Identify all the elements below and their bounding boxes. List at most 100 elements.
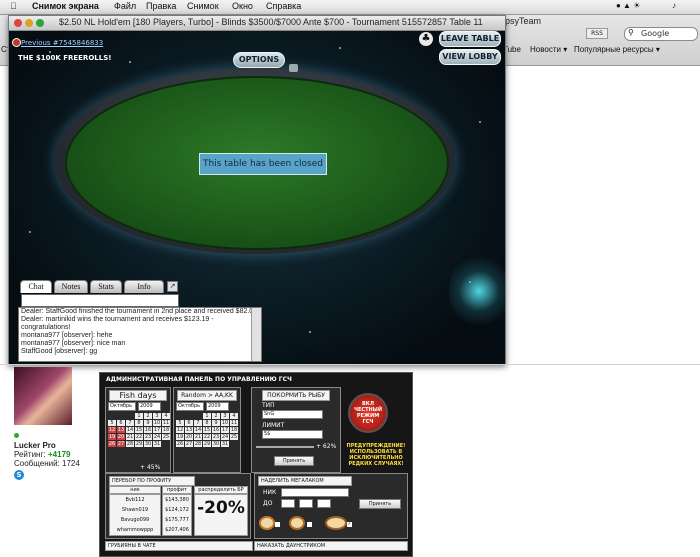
volume-icon[interactable]: ♪ [672,1,676,10]
calendar-day[interactable]: 23 [212,434,220,440]
calendar-day[interactable]: 20 [117,434,125,440]
calendar-day[interactable]: 8 [135,420,143,426]
bookmark-news[interactable]: Новости ▾ [530,45,567,54]
calendar-day[interactable]: 25 [162,434,170,440]
previous-hand-icon[interactable] [12,38,21,47]
calendar-day[interactable]: 14 [194,427,202,433]
options-toggle-icon[interactable] [289,64,298,72]
avatar[interactable] [14,367,72,425]
zoom-icon[interactable] [36,19,44,27]
calendar-day[interactable]: 21 [194,434,202,440]
option-checkbox-checked[interactable]: ✓ [347,522,352,527]
calendar-day[interactable]: 20 [185,434,193,440]
calendar-day[interactable]: 9 [212,420,220,426]
calendar-day[interactable]: 22 [203,434,211,440]
menu-edit[interactable]: Правка [146,1,176,11]
calendar-day[interactable]: 30 [144,441,152,447]
calendar-day[interactable]: 14 [126,427,134,433]
skype-icon[interactable]: S [14,470,24,480]
calendar-day[interactable]: 28 [126,441,134,447]
calendar-day[interactable]: 11 [162,420,170,426]
chat-log[interactable]: Dealer: StaffGood finished the tournamen… [18,307,262,362]
calendar-day[interactable]: 25 [230,434,238,440]
limit-select[interactable]: 5$ [262,430,323,439]
tab-stats[interactable]: Stats [90,280,122,293]
calendar-day[interactable]: 13 [117,427,125,433]
chat-popout-icon[interactable]: ↗ [167,281,178,292]
limit-slider[interactable] [256,446,314,448]
option-checkbox[interactable] [307,522,312,527]
close-icon[interactable] [14,19,22,27]
chat-scrollbar[interactable] [251,308,261,361]
calendar-day[interactable]: 28 [194,441,202,447]
leave-table-button[interactable]: LEAVE TABLE [439,31,501,47]
menu-capture[interactable]: Снимок [187,1,219,11]
calendar-day[interactable]: 10 [221,420,229,426]
window-title-bar[interactable]: $2.50 NL Hold'em [180 Players, Turbo] - … [9,16,505,31]
menu-window[interactable]: Окно [232,1,253,11]
calendar-day[interactable]: 19 [108,434,116,440]
bookmark-popular[interactable]: Популярные ресурсы ▾ [574,45,660,54]
calendar-day[interactable]: 2 [212,413,220,419]
month-select[interactable]: Октябрь [108,402,136,411]
view-lobby-button[interactable]: VIEW LOBBY [439,49,501,65]
menu-app-name[interactable]: Снимок экрана [32,1,99,11]
calendar-day[interactable]: 3 [221,413,229,419]
feed-apply-button[interactable]: Принять [274,456,314,466]
calendar-day[interactable]: 30 [212,441,220,447]
calendar-day[interactable]: 7 [194,420,202,426]
calendar-day[interactable]: 18 [230,427,238,433]
calendar-day[interactable]: 29 [135,441,143,447]
calendar-day[interactable]: 15 [135,427,143,433]
calendar-day[interactable]: 12 [176,427,184,433]
calendar-day[interactable]: 15 [203,427,211,433]
apple-icon[interactable]:  [10,1,17,11]
calendar-day[interactable]: 6 [117,420,125,426]
calendar-day[interactable]: 4 [162,413,170,419]
calendar-day[interactable]: 10 [153,420,161,426]
calendar-day[interactable]: 22 [135,434,143,440]
minimize-icon[interactable] [25,19,33,27]
calendar-day[interactable]: 31 [153,441,161,447]
calendar-day[interactable]: 27 [117,441,125,447]
calendar-day[interactable]: 19 [176,434,184,440]
previous-hand-link[interactable]: Previous #7545846833 [21,39,103,47]
calendar-day[interactable]: 31 [221,441,229,447]
megalak-apply-button[interactable]: Принять [359,499,401,509]
calendar-day[interactable]: 13 [185,427,193,433]
calendar-day[interactable]: 5 [176,420,184,426]
search-input[interactable]: ⚲ Google [624,27,698,41]
year-select-2[interactable]: 2009 [206,402,229,411]
menu-file[interactable]: Файл [114,1,136,11]
to-year-input[interactable] [317,499,331,508]
calendar-day[interactable]: 3 [153,413,161,419]
honest-mode-button[interactable]: ВКЛ ЧЕСТНЫЙ РЕЖИМ ГСЧ [348,393,388,433]
calendar-day[interactable]: 21 [126,434,134,440]
calendar-day[interactable]: 6 [185,420,193,426]
calendar-day[interactable]: 26 [108,441,116,447]
calendar-day[interactable]: 17 [221,427,229,433]
calendar-day[interactable]: 5 [108,420,116,426]
calendar-day[interactable]: 23 [144,434,152,440]
chat-input[interactable] [21,294,179,307]
calendar-day[interactable]: 27 [185,441,193,447]
to-month-input[interactable] [299,499,313,508]
tab-notes[interactable]: Notes [54,280,88,293]
calendar-day[interactable]: 1 [203,413,211,419]
calendar-day[interactable]: 12 [108,427,116,433]
year-select[interactable]: 2009 [138,402,161,411]
calendar-day[interactable]: 16 [212,427,220,433]
tab-chat[interactable]: Chat [20,280,52,293]
calendar-day[interactable]: 18 [162,427,170,433]
options-button[interactable]: OPTIONS [233,52,285,68]
calendar-day[interactable]: 26 [176,441,184,447]
rss-icon[interactable]: RSS [586,28,608,39]
month-select-2[interactable]: Октябрь [176,402,204,411]
nick-input[interactable] [281,488,349,497]
calendar-day[interactable]: 24 [153,434,161,440]
option-checkbox[interactable] [275,522,280,527]
menu-help[interactable]: Справка [266,1,301,11]
calendar-day[interactable]: 8 [203,420,211,426]
calendar-day[interactable]: 1 [135,413,143,419]
calendar-day[interactable]: 2 [144,413,152,419]
